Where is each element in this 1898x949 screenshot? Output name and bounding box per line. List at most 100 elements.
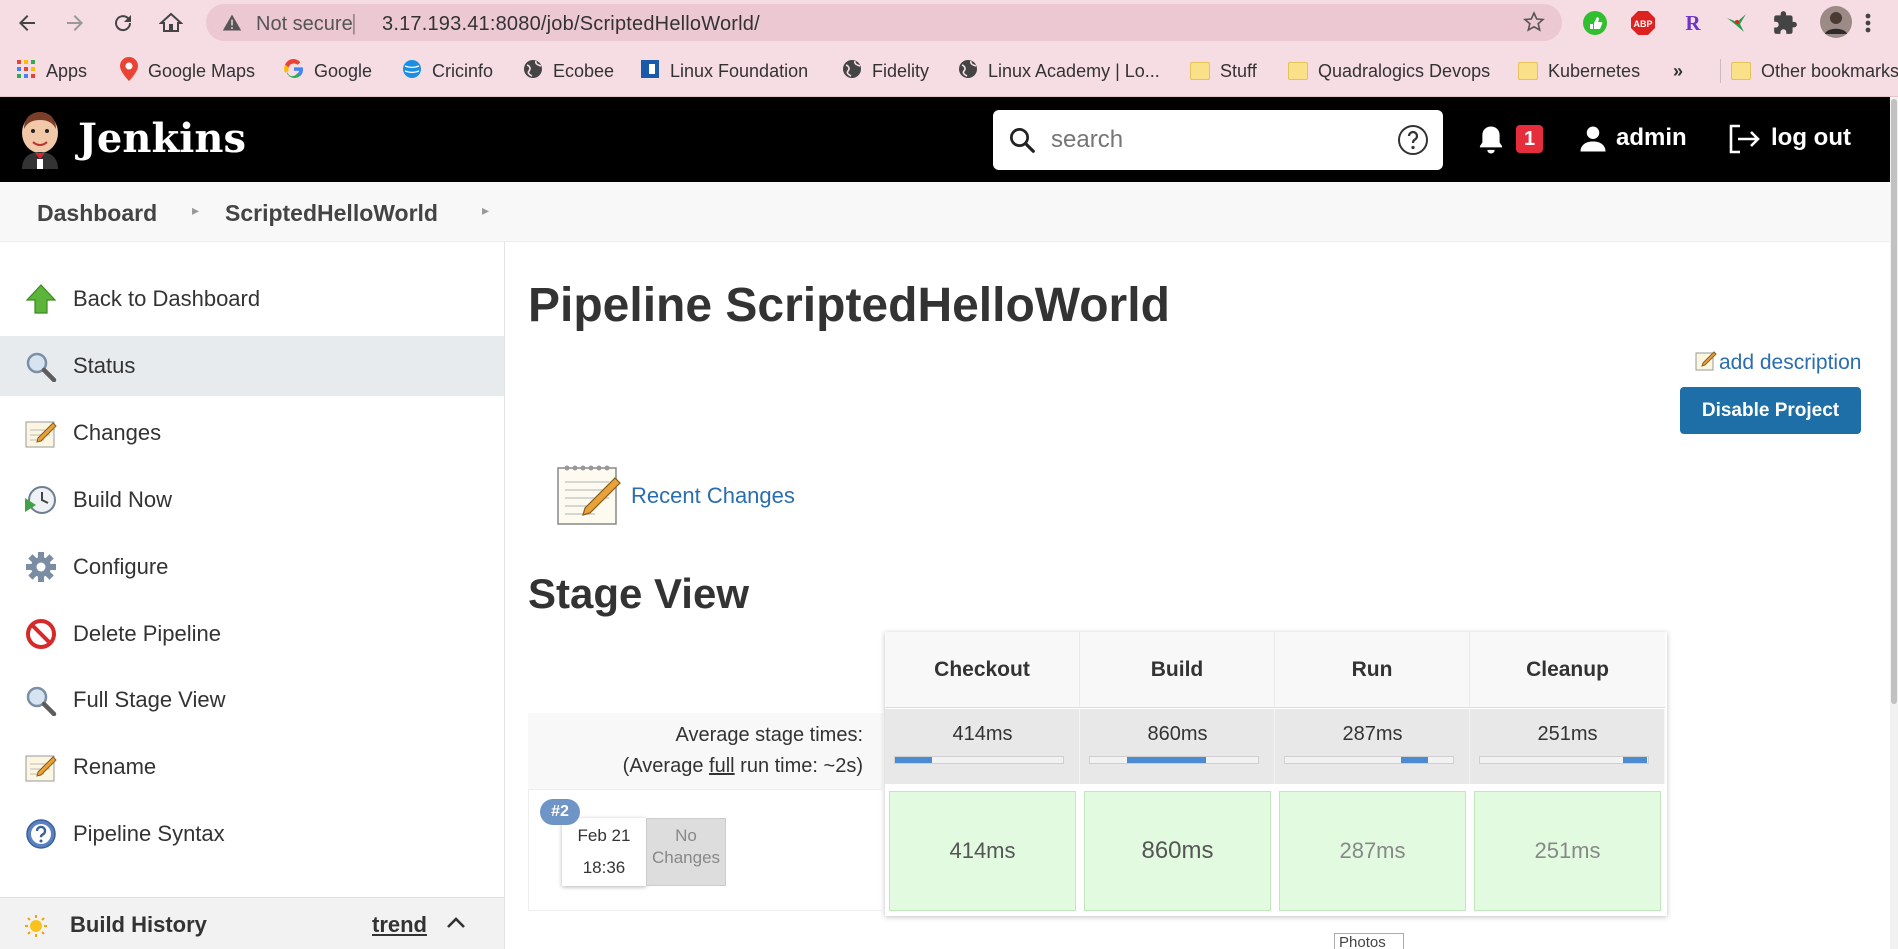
jenkins-logo-icon[interactable] [18,111,62,169]
bookmark-folder-kubernetes[interactable]: Kubernetes [1518,59,1640,83]
back-icon[interactable] [12,8,42,38]
chevron-up-icon[interactable] [446,915,466,934]
average-stage-times-label: Average stage times: [675,724,863,746]
bookmark-cricinfo[interactable]: Cricinfo [402,59,493,83]
sidebar-item-status[interactable]: Status [0,336,504,396]
search-icon [1007,125,1037,160]
stage-view-title: Stage View [528,570,749,617]
extension-green-icon[interactable] [1582,10,1608,36]
page-title: Pipeline ScriptedHelloWorld [528,279,1170,332]
up-arrow-icon [24,283,58,315]
breadcrumb-chevron-icon[interactable]: ▸ [482,202,489,219]
build-date-card[interactable]: Feb 21 18:36 [562,818,646,886]
hummingbird-extension-icon[interactable] [1724,10,1750,36]
stage-header-cleanup[interactable]: Cleanup [1470,632,1665,708]
linux-foundation-icon [640,59,660,84]
average-run-time-label: (Average full run time: ~2s) [623,755,863,778]
forward-icon[interactable] [60,8,90,38]
address-bar[interactable]: Not secure | 3.17.193.41:8080/job/Script… [206,4,1562,41]
logout-link[interactable]: log out [1771,124,1851,152]
sidebar-item-build-now[interactable]: Build Now [0,470,504,530]
security-label: Not secure [256,13,353,35]
notepad-icon[interactable] [555,460,623,533]
average-times-label: Average stage times: (Average full run t… [528,713,883,789]
build-number-badge[interactable]: #2 [540,799,580,825]
stage-average-checkout: 414ms [885,709,1080,784]
bookmark-folder-quadralogics[interactable]: Quadralogics Devops [1288,59,1490,83]
stage-result-checkout[interactable]: 414ms [889,791,1076,911]
notifications-bell-icon[interactable] [1476,124,1506,161]
stage-view-table: Checkout Build Run Cleanup 414ms 860ms 2… [885,632,1667,916]
recent-changes-link[interactable]: Recent Changes [631,483,795,509]
build-history-title: Build History [70,912,207,937]
browser-menu-icon[interactable] [1862,10,1874,36]
sidebar-item-pipeline-syntax[interactable]: Pipeline Syntax [0,804,504,864]
reload-icon[interactable] [108,8,138,38]
breadcrumb-job[interactable]: ScriptedHelloWorld [225,200,438,227]
search-box[interactable] [993,110,1443,170]
magnifier-icon [24,684,58,717]
full-run-link[interactable]: full [709,755,735,777]
disable-project-button[interactable]: Disable Project [1680,387,1861,434]
breadcrumb-dashboard[interactable]: Dashboard [37,200,157,227]
breadcrumb-chevron-icon[interactable]: ▸ [192,202,199,219]
home-icon[interactable] [156,8,186,38]
warning-icon[interactable] [222,13,242,38]
bookmark-google[interactable]: Google [284,58,373,83]
sidebar-item-configure[interactable]: Configure [0,537,504,597]
breadcrumb: Dashboard ▸ ScriptedHelloWorld ▸ [0,182,1890,242]
bookmark-folder-stuff[interactable]: Stuff [1190,59,1257,83]
stage-average-bar [894,756,1064,764]
stage-result-cleanup[interactable]: 251ms [1474,791,1661,911]
bookmark-label: Other bookmarks [1761,60,1898,81]
user-icon[interactable] [1578,124,1608,159]
bookmark-label: Linux Academy | Lo... [988,60,1160,81]
logout-icon[interactable] [1728,123,1762,160]
sidebar-item-back-to-dashboard[interactable]: Back to Dashboard [0,269,504,329]
bookmark-linux-foundation[interactable]: Linux Foundation [640,59,808,83]
bookmark-label: Ecobee [553,60,615,81]
bookmark-linux-academy[interactable]: Linux Academy | Lo... [958,59,1160,83]
profile-avatar[interactable] [1820,6,1852,38]
folder-icon [1731,62,1751,80]
r-extension-icon[interactable]: R [1680,10,1706,36]
stage-result-run[interactable]: 287ms [1279,791,1466,911]
sidebar-item-label: Pipeline Syntax [73,821,225,846]
sidebar-item-rename[interactable]: Rename [0,737,504,797]
bookmark-label: Google [314,60,373,81]
adblock-icon[interactable]: ABP [1630,10,1656,36]
bookmark-fidelity[interactable]: Fidelity [842,59,929,83]
stage-result-build[interactable]: 860ms [1084,791,1271,911]
bookmark-label: Cricinfo [432,60,494,81]
notepad-icon [24,417,58,449]
help-icon [24,818,58,850]
folder-icon [1288,62,1308,80]
build-date: Feb 21 [577,826,631,845]
search-input[interactable] [1051,122,1371,158]
bookmark-star-icon[interactable] [1522,10,1546,39]
sidebar-item-delete-pipeline[interactable]: Delete Pipeline [0,604,504,664]
bookmark-other[interactable]: Other bookmarks [1720,59,1898,83]
app-title[interactable]: Jenkins [78,115,246,162]
bookmark-label: Stuff [1220,60,1257,81]
stage-header-run[interactable]: Run [1275,632,1470,708]
sidebar-item-full-stage-view[interactable]: Full Stage View [0,670,504,730]
magnifier-icon [24,350,58,383]
user-name-link[interactable]: admin [1616,124,1687,152]
omnibox-separator: | [351,10,357,35]
bookmark-apps[interactable]: Apps [16,59,87,83]
bookmark-google-maps[interactable]: Google Maps [120,56,255,83]
help-icon[interactable] [1397,124,1429,161]
bookmarks-overflow-button[interactable]: » [1673,59,1683,83]
url-text[interactable]: 3.17.193.41:8080/job/ScriptedHelloWorld/ [382,13,760,36]
scroll-thumb[interactable] [1891,99,1897,704]
page-scrollbar[interactable] [1890,97,1898,949]
bookmark-ecobee[interactable]: Ecobee [523,59,614,83]
stage-header-checkout[interactable]: Checkout [885,632,1080,708]
build-trend-link[interactable]: trend [372,912,427,938]
extensions-puzzle-icon[interactable] [1772,10,1798,36]
notification-count-badge[interactable]: 1 [1516,125,1543,153]
sidebar-item-changes[interactable]: Changes [0,403,504,463]
stage-header-build[interactable]: Build [1080,632,1275,708]
add-description-link[interactable]: add description [1695,349,1861,377]
